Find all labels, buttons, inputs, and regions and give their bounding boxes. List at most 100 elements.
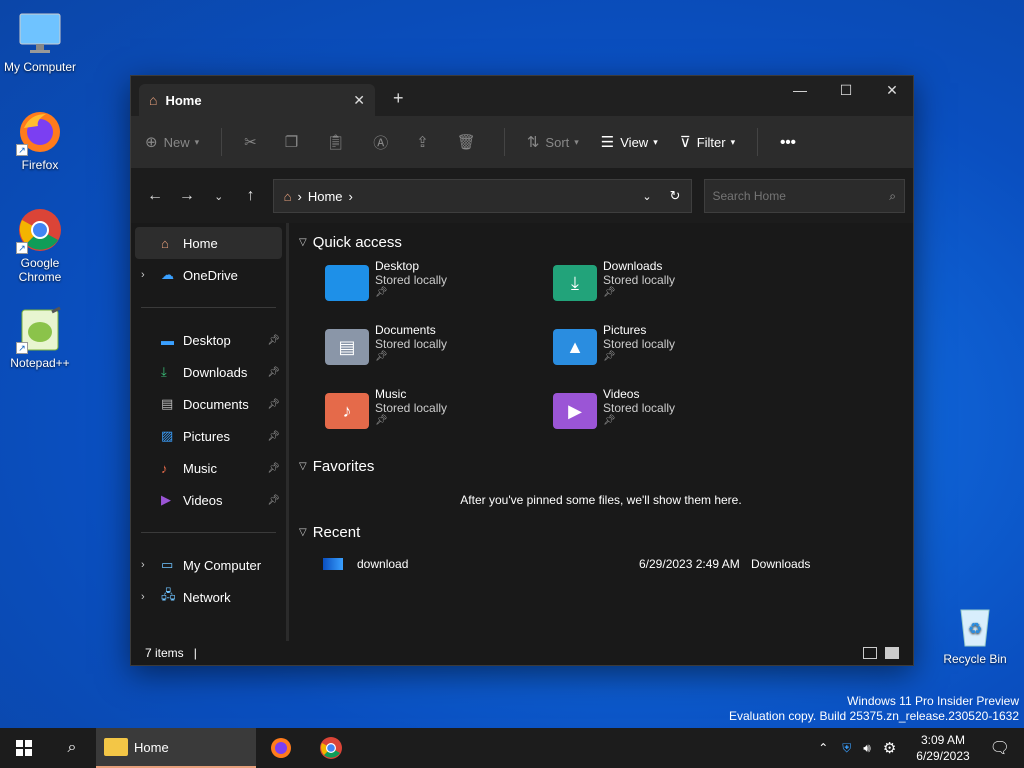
recent-file-row[interactable]: download 6/29/2023 2:49 AM Downloads [299,551,903,577]
clock[interactable]: 3:09 AM 6/29/2023 [916,732,969,764]
quick-access-item[interactable]: ▶ Videos Stored locally 📌︎ [553,387,781,451]
expand-chevron-icon[interactable]: › [141,559,161,571]
windows-logo-icon [16,740,32,756]
forward-button[interactable]: → [171,187,203,205]
notepadpp-icon: ↗ [16,306,64,354]
pin-icon: 📌︎ [603,415,616,426]
up-button[interactable]: ↑ [235,187,267,205]
more-options-button[interactable]: ••• [780,134,802,151]
home-icon: ⌂ [149,92,158,108]
cut-button[interactable]: ✂ [244,133,263,151]
breadcrumb-home[interactable]: Home [308,189,343,204]
desktop-icon-recycle-bin[interactable]: ♻ Recycle Bin [935,602,1015,666]
address-bar[interactable]: ⌂ › Home › ⌄ ↻ [272,179,692,213]
desktop-icon-label: My Computer [3,60,77,74]
item-count: 7 items [145,646,184,660]
sidebar-item-desktop[interactable]: ▬ Desktop 📌︎ [131,324,286,356]
desktop-icon-label: Google Chrome [18,256,62,284]
section-header-recent[interactable]: ▽ Recent [299,519,903,545]
copy-button[interactable]: ❐ [285,133,304,151]
sort-button[interactable]: ⇅ Sort ▾ [527,133,579,151]
volume-icon[interactable]: 🔊︎ [863,741,871,756]
new-button[interactable]: ⊕ New ▾ [145,133,199,151]
expand-chevron-icon[interactable]: › [141,591,161,603]
tiles-view-icon[interactable] [885,647,899,659]
desktop-icon-notepadpp[interactable]: ↗ Notepad++ [0,306,80,370]
desktop-icon-label: Firefox [21,158,59,172]
notifications-icon[interactable]: 🗨︎ [990,738,1010,758]
details-view-icon[interactable] [863,647,877,659]
maximize-button[interactable]: ☐ [823,76,869,104]
quick-access-item[interactable]: ⤓ Downloads Stored locally 📌︎ [553,259,781,323]
trash-icon: 🗑︎ [456,134,476,151]
sidebar-item-network[interactable]: › 🖧︎ Network [131,581,286,613]
pin-icon[interactable]: 📌︎ [267,399,280,410]
share-button[interactable]: ⇪ [416,133,435,151]
status-divider: | [193,646,197,660]
sidebar-item-music[interactable]: ♪ Music 📌︎ [131,452,286,484]
sidebar-item-home[interactable]: ⌂ Home [135,227,282,259]
pin-icon: 📌︎ [375,351,388,362]
search-button[interactable]: ⌕ [48,728,96,768]
desktop-icon-my-computer[interactable]: My Computer [0,10,80,74]
sidebar-item-my-computer[interactable]: › ▭ My Computer [131,549,286,581]
rename-button[interactable]: Ⓐ [373,132,394,153]
clock-time: 3:09 AM [920,733,965,747]
chevron-down-icon: ▾ [574,136,579,147]
expand-chevron-icon[interactable]: › [141,269,161,281]
refresh-icon[interactable]: ↻ [670,188,681,204]
view-button[interactable]: ☰ View ▾ [601,133,658,151]
pin-icon[interactable]: 📌︎ [267,367,280,378]
sidebar-item-onedrive[interactable]: › ☁ OneDrive [131,259,286,291]
pin-icon[interactable]: 📌︎ [267,463,280,474]
explorer-body: ⌂ Home › ☁ OneDrive ▬ Desktop 📌︎ ⤓ Downl… [131,223,913,641]
music-note-icon: ♪ [161,460,168,476]
search-box[interactable]: ⌕ [703,179,905,213]
paste-button[interactable]: 📋︎ [326,133,351,151]
sidebar-item-documents[interactable]: ▤ Documents 📌︎ [131,388,286,420]
sidebar-item-videos[interactable]: ▶ Videos 📌︎ [131,484,286,516]
quick-access-item[interactable]: ▤ Documents Stored locally 📌︎ [325,323,553,387]
delete-button[interactable]: 🗑︎ [457,133,482,151]
close-window-button[interactable]: ✕ [869,76,915,104]
close-tab-icon[interactable]: ✕ [353,92,365,109]
favorites-empty-message: After you've pinned some files, we'll sh… [460,493,742,507]
section-header-quick-access[interactable]: ▽ Quick access [299,229,903,255]
sort-arrows-icon: ⇅ [526,134,540,151]
security-shield-icon[interactable]: ⛨ [842,741,851,756]
desktop-icon-label: Recycle Bin [943,652,1007,666]
pin-icon[interactable]: 📌︎ [267,335,280,346]
section-header-favorites[interactable]: ▽ Favorites [299,453,903,479]
back-button[interactable]: ← [139,187,171,205]
desktop-icon-firefox[interactable]: ↗ Firefox [0,108,80,172]
desktop-icon-chrome[interactable]: ↗ Google Chrome [0,206,80,284]
tab-home[interactable]: ⌂ Home ✕ [139,84,375,116]
recent-locations-button[interactable]: ⌄ [203,190,235,203]
taskbar-explorer-home[interactable]: Home [96,728,256,768]
funnel-icon: ⊽ [679,134,691,151]
quick-access-item[interactable]: Desktop Stored locally 📌︎ [325,259,553,323]
status-bar: 7 items | [131,641,913,665]
quick-access-item[interactable]: ♪ Music Stored locally 📌︎ [325,387,553,451]
new-tab-button[interactable]: + [393,88,404,109]
sidebar-item-pictures[interactable]: ▨ Pictures 📌︎ [131,420,286,452]
search-input[interactable] [712,189,890,203]
taskbar-chrome[interactable] [306,728,356,768]
filter-button[interactable]: ⊽ Filter ▾ [680,133,735,151]
settings-gear-icon[interactable]: ⚙ [883,739,896,757]
system-tray: ⌃ ⛨ 🔊︎ ⚙ 3:09 AM 6/29/2023 🗨︎ [810,728,1024,768]
share-icon: ⇪ [416,134,429,151]
quick-access-item[interactable]: ▲ Pictures Stored locally 📌︎ [553,323,781,387]
navigation-pane: ⌂ Home › ☁ OneDrive ▬ Desktop 📌︎ ⤓ Downl… [131,223,289,641]
pin-icon[interactable]: 📌︎ [267,431,280,442]
pin-icon: 📌︎ [375,287,388,298]
taskbar-firefox[interactable] [256,728,306,768]
address-dropdown-icon[interactable]: ⌄ [642,190,651,203]
start-button[interactable] [0,728,48,768]
home-icon: ⌂ [283,188,292,204]
minimize-button[interactable]: — [777,76,823,104]
chevron-down-icon: ▾ [730,136,736,147]
sidebar-item-downloads[interactable]: ⤓ Downloads 📌︎ [131,356,286,388]
show-hidden-icons-button[interactable]: ⌃ [818,741,828,755]
pin-icon[interactable]: 📌︎ [267,495,280,506]
